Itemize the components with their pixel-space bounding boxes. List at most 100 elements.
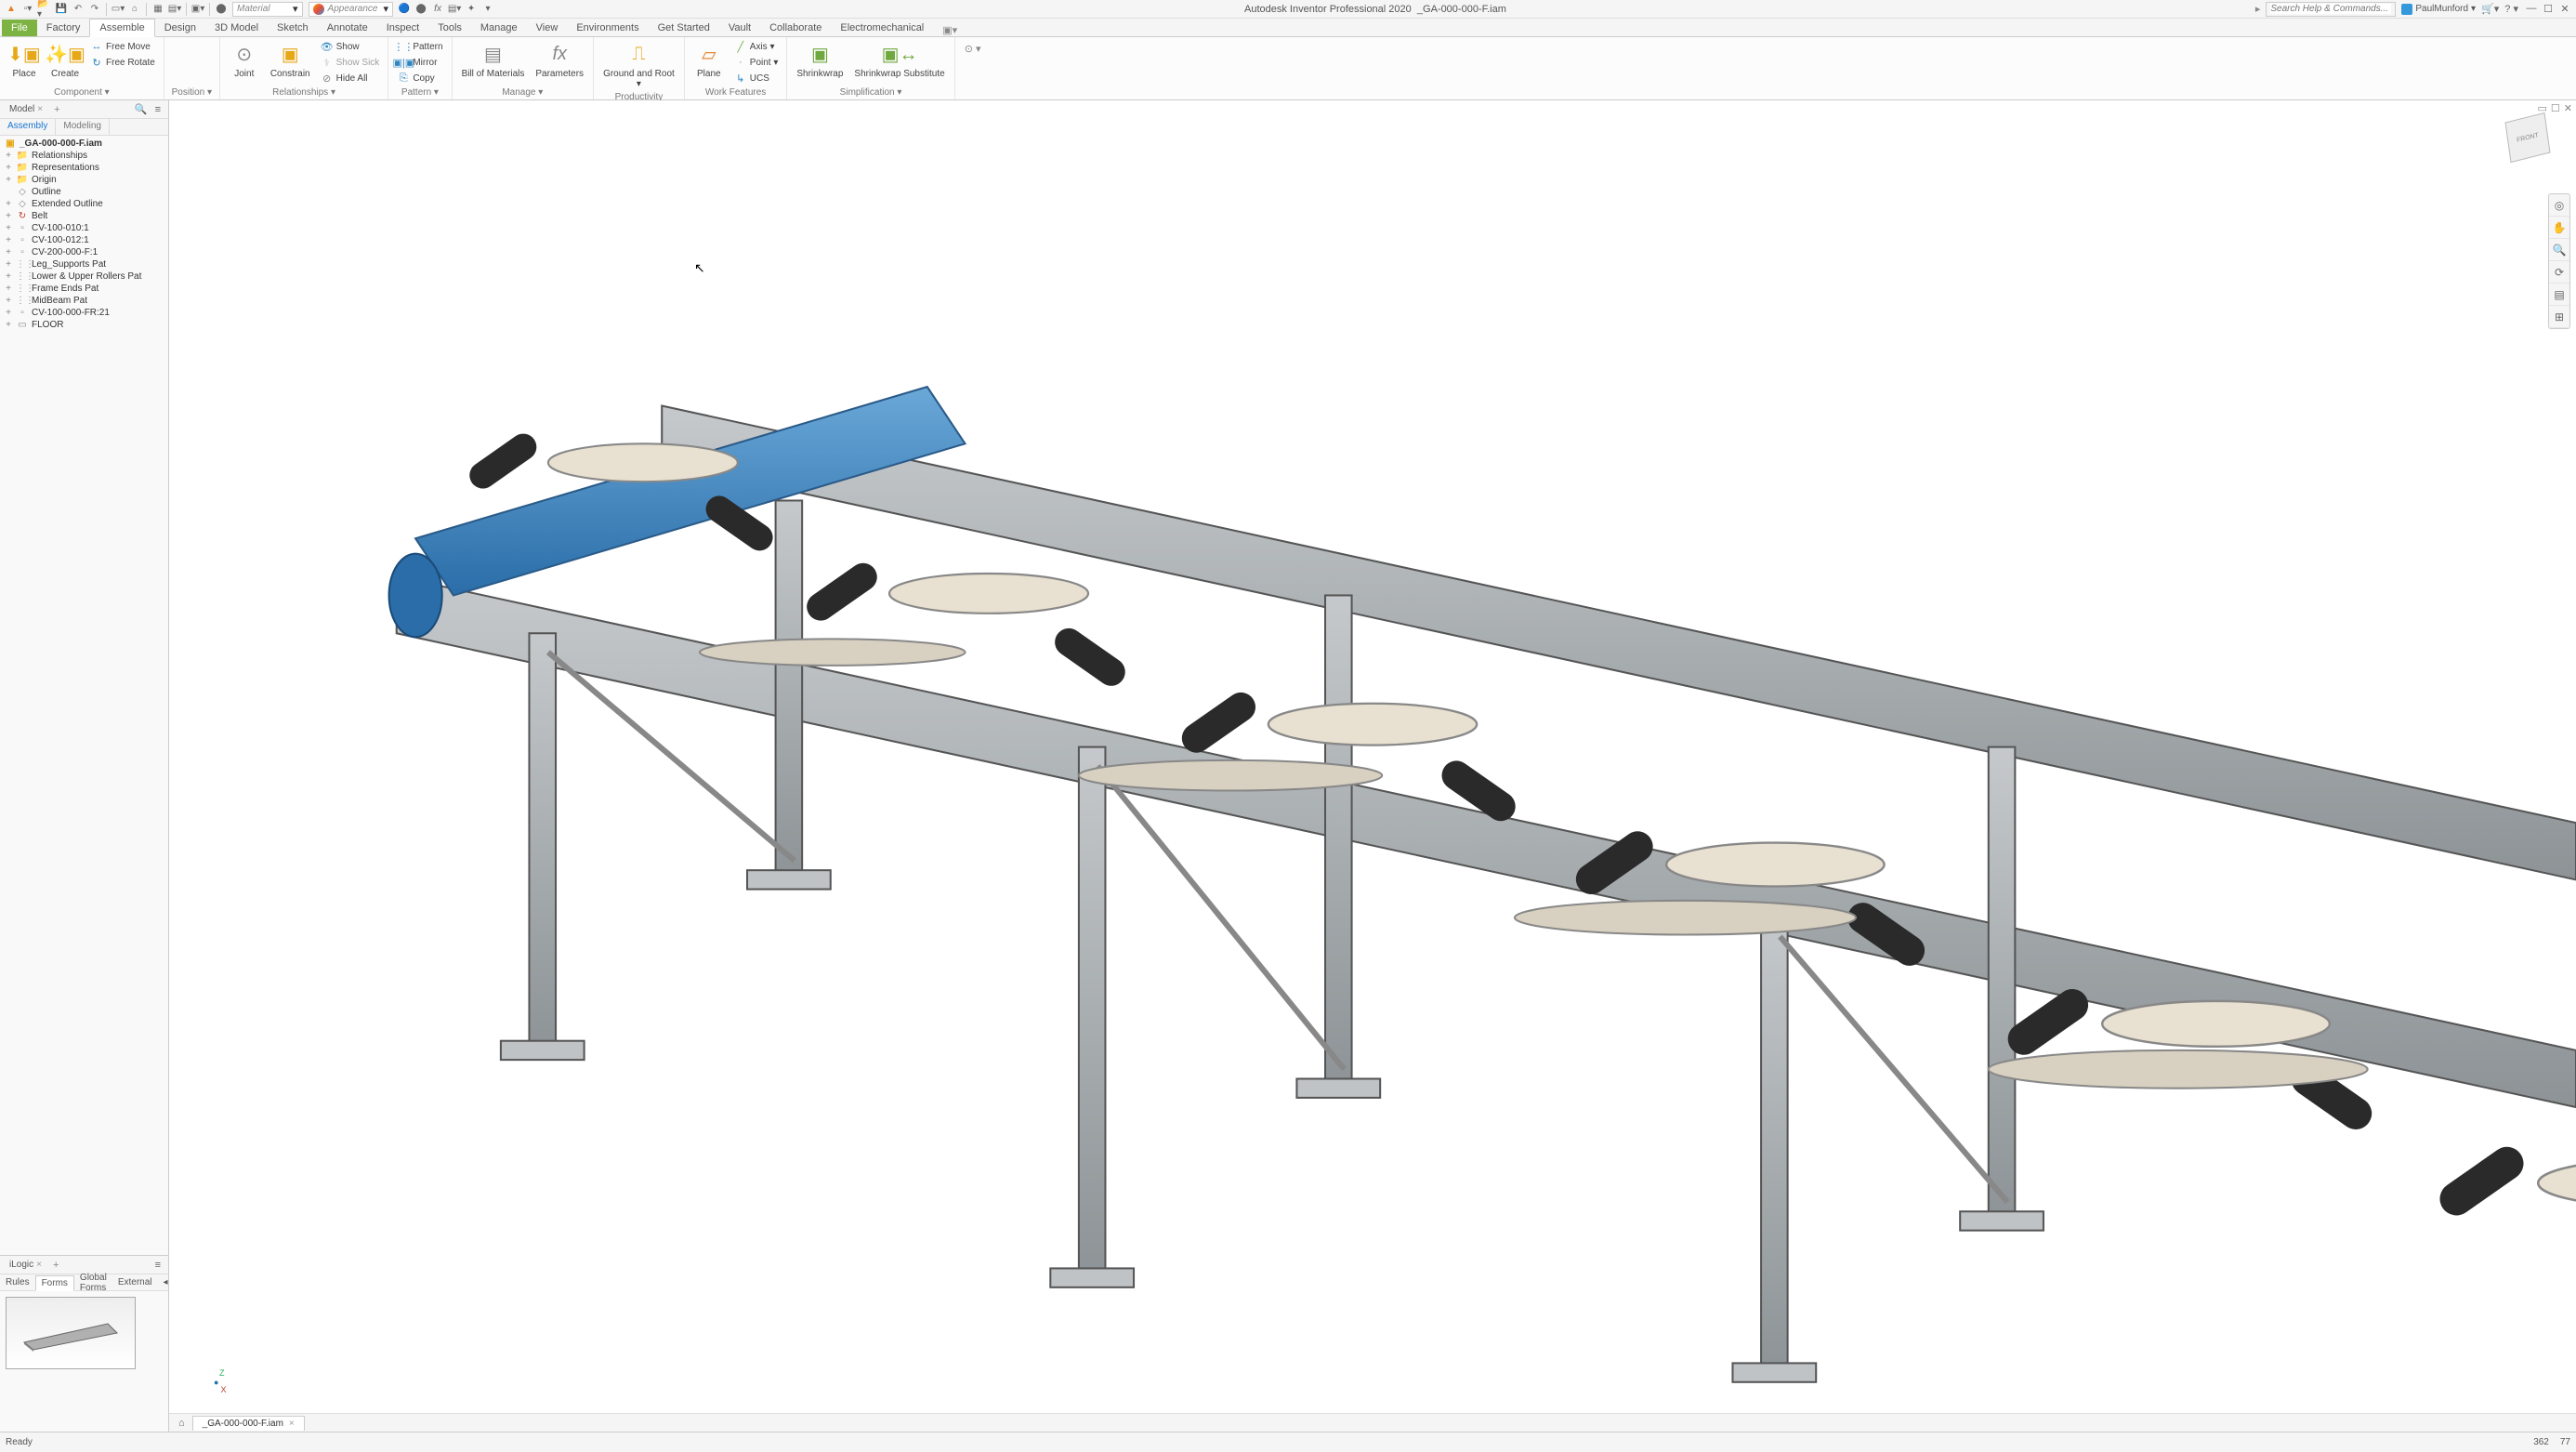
expand-icon[interactable]: + bbox=[4, 223, 13, 233]
show-sick-button[interactable]: ⚕Show Sick bbox=[318, 55, 383, 70]
pattern-button[interactable]: ⋮⋮Pattern bbox=[394, 39, 445, 54]
tree-node[interactable]: +▫CV-100-010:1 bbox=[0, 222, 168, 234]
copy-button[interactable]: ⎘Copy bbox=[394, 71, 445, 86]
group-position-label[interactable]: Position ▾ bbox=[170, 86, 214, 98]
tree-node[interactable]: +▭FLOOR bbox=[0, 319, 168, 331]
view-cube[interactable] bbox=[2507, 117, 2559, 169]
help-icon[interactable]: ? ▾ bbox=[2504, 3, 2518, 15]
properties-icon[interactable]: ▤▾ bbox=[167, 2, 182, 17]
expand-icon[interactable]: + bbox=[4, 259, 13, 270]
free-move-button[interactable]: ↔Free Move bbox=[87, 39, 158, 54]
group-manage-label[interactable]: Manage ▾ bbox=[458, 86, 588, 98]
qat-overflow-icon[interactable]: ▾ bbox=[480, 2, 495, 17]
maximize-button[interactable]: ☐ bbox=[2541, 3, 2556, 15]
ucs-button[interactable]: ↳UCS bbox=[731, 71, 782, 86]
expand-icon[interactable]: + bbox=[4, 296, 13, 306]
group-simplification-label[interactable]: Simplification ▾ bbox=[793, 86, 948, 98]
search-input[interactable] bbox=[2270, 4, 2391, 14]
user-menu[interactable]: PaulMunford▾ bbox=[2401, 4, 2476, 15]
tab-file[interactable]: File bbox=[2, 20, 37, 36]
axis-button[interactable]: ╱Axis ▾ bbox=[731, 39, 782, 54]
subtab-modeling[interactable]: Modeling bbox=[56, 119, 110, 135]
form-thumbnail[interactable] bbox=[6, 1297, 136, 1369]
ilogic-tab-rules[interactable]: Rules bbox=[0, 1275, 35, 1289]
save-icon[interactable]: 💾 bbox=[54, 2, 69, 17]
close-icon[interactable]: × bbox=[37, 104, 43, 114]
tree-root[interactable]: ▣ _GA-000-000-F.iam bbox=[0, 138, 168, 150]
tree-node[interactable]: +📁Origin bbox=[0, 174, 168, 186]
shrinkwrap-button[interactable]: ▣ Shrinkwrap bbox=[793, 39, 847, 81]
nav-wheel-icon[interactable]: ◎ bbox=[2549, 194, 2569, 217]
menu-icon[interactable]: ≡ bbox=[151, 102, 164, 117]
tree-node[interactable]: +▫CV-100-012:1 bbox=[0, 234, 168, 246]
tree-node[interactable]: +↻Belt bbox=[0, 210, 168, 222]
hide-all-button[interactable]: ⊘Hide All bbox=[318, 71, 383, 86]
minimize-button[interactable]: — bbox=[2524, 3, 2539, 15]
tree-node[interactable]: +⋮⋮MidBeam Pat bbox=[0, 295, 168, 307]
open-icon[interactable]: 📂▾ bbox=[37, 2, 52, 17]
expand-icon[interactable]: + bbox=[4, 320, 13, 330]
tree-node[interactable]: +⋮⋮Leg_Supports Pat bbox=[0, 258, 168, 271]
expand-icon[interactable]: + bbox=[4, 247, 13, 257]
orbit-icon[interactable]: ⟳ bbox=[2549, 261, 2569, 284]
tree-node[interactable]: +⋮⋮Frame Ends Pat bbox=[0, 283, 168, 295]
create-button[interactable]: ✨▣ Create bbox=[46, 39, 84, 81]
tab-view[interactable]: View bbox=[527, 20, 568, 36]
shrinkwrap-sub-button[interactable]: ▣↔ Shrinkwrap Substitute bbox=[850, 39, 948, 81]
point-button[interactable]: ·Point ▾ bbox=[731, 55, 782, 70]
layers-icon[interactable]: ▤▾ bbox=[447, 2, 462, 17]
ribbon-collapse-icon[interactable]: ▣▾ bbox=[942, 24, 957, 36]
tab-collaborate[interactable]: Collaborate bbox=[760, 20, 831, 36]
subtab-assembly[interactable]: Assembly bbox=[0, 119, 56, 135]
expand-icon[interactable]: + bbox=[4, 199, 13, 209]
fullnav-icon[interactable]: ⊞ bbox=[2549, 306, 2569, 328]
tab-3dmodel[interactable]: 3D Model bbox=[205, 20, 268, 36]
constrain-button[interactable]: ▣ Constrain bbox=[267, 39, 314, 81]
tree-node[interactable]: +▫CV-100-000-FR:21 bbox=[0, 307, 168, 319]
group-relationships-label[interactable]: Relationships ▾ bbox=[226, 86, 383, 98]
highlight-icon[interactable]: ⬤ bbox=[414, 2, 428, 17]
ilogic-tab[interactable]: iLogic× bbox=[4, 1258, 47, 1272]
undo-icon[interactable]: ↶ bbox=[71, 2, 85, 17]
tab-inspect[interactable]: Inspect bbox=[377, 20, 428, 36]
doc-tab-close-icon[interactable]: × bbox=[289, 1419, 295, 1429]
model-tree[interactable]: ▣ _GA-000-000-F.iam +📁Relationships+📁Rep… bbox=[0, 136, 168, 1255]
assembly-icon[interactable]: ▣▾ bbox=[191, 2, 205, 17]
expand-icon[interactable]: + bbox=[4, 163, 13, 173]
show-button[interactable]: 👁Show bbox=[318, 39, 383, 54]
group-pattern-label[interactable]: Pattern ▾ bbox=[394, 86, 445, 98]
home-icon[interactable]: ⌂ bbox=[127, 2, 142, 17]
doc-home-icon[interactable]: ⌂ bbox=[173, 1416, 191, 1431]
viewport[interactable]: ▭ ☐ ✕ bbox=[169, 100, 2576, 1432]
bom-button[interactable]: ▤ Bill of Materials bbox=[458, 39, 529, 81]
material-sphere-icon[interactable]: ⬤ bbox=[214, 2, 229, 17]
place-button[interactable]: ⬇▣ Place bbox=[6, 39, 43, 81]
tab-tools[interactable]: Tools bbox=[428, 20, 471, 36]
ilogic-tab-external[interactable]: External bbox=[112, 1275, 158, 1289]
expand-icon[interactable]: + bbox=[4, 235, 13, 245]
appearance-combo[interactable]: Appearance▾ bbox=[309, 2, 394, 17]
expand-icon[interactable]: + bbox=[4, 151, 13, 161]
joint-button[interactable]: ⊙ Joint bbox=[226, 39, 263, 81]
cart-icon[interactable]: 🛒▾ bbox=[2481, 3, 2499, 15]
view-cube-face[interactable] bbox=[2504, 112, 2550, 163]
add-tab-button[interactable]: + bbox=[48, 102, 65, 117]
tab-electromechanical[interactable]: Electromechanical bbox=[831, 20, 933, 36]
tree-node[interactable]: +◇Extended Outline bbox=[0, 198, 168, 210]
close-button[interactable]: ✕ bbox=[2557, 3, 2572, 15]
ilogic-tab-forms[interactable]: Forms bbox=[35, 1275, 74, 1291]
tree-node[interactable]: ◇Outline bbox=[0, 186, 168, 198]
add-tab-button[interactable]: + bbox=[47, 1258, 64, 1273]
tree-node[interactable]: +📁Relationships bbox=[0, 150, 168, 162]
menu-icon[interactable]: ≡ bbox=[151, 1258, 164, 1273]
expand-icon[interactable]: + bbox=[4, 271, 13, 282]
ribbon-end-icon[interactable]: ⊙ ▾ bbox=[961, 39, 985, 59]
tab-design[interactable]: Design bbox=[155, 20, 205, 36]
expand-icon[interactable]: + bbox=[4, 284, 13, 294]
select-icon[interactable]: ▭▾ bbox=[111, 2, 125, 17]
group-component-label[interactable]: Component ▾ bbox=[6, 86, 158, 98]
team-icon[interactable]: ▦ bbox=[151, 2, 165, 17]
more-icon[interactable]: ✦ bbox=[464, 2, 479, 17]
tab-annotate[interactable]: Annotate bbox=[318, 20, 377, 36]
plane-button[interactable]: ▱ Plane bbox=[690, 39, 728, 81]
